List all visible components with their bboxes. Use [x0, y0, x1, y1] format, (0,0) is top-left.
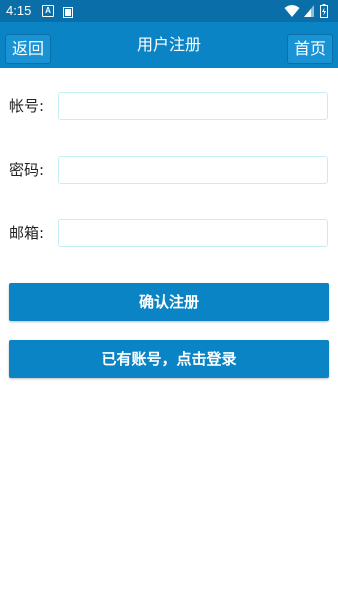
status-bar: 4:15 A	[0, 0, 338, 22]
app-bar: 用户注册 返回 首页	[0, 22, 338, 68]
back-button[interactable]: 返回	[5, 34, 51, 64]
email-input[interactable]	[58, 219, 328, 247]
account-label: 帐号:	[9, 97, 45, 115]
home-button[interactable]: 首页	[287, 34, 333, 64]
password-input[interactable]	[58, 156, 328, 184]
password-row: 密码:	[0, 156, 338, 186]
password-label: 密码:	[9, 161, 45, 179]
account-row: 帐号:	[0, 92, 338, 122]
email-row: 邮箱:	[0, 219, 338, 249]
register-button[interactable]: 确认注册	[9, 283, 329, 321]
status-time: 4:15	[6, 3, 32, 18]
signal-icon	[304, 5, 314, 17]
book-icon	[63, 5, 73, 18]
status-icons	[284, 4, 332, 18]
email-label: 邮箱:	[9, 224, 45, 242]
wifi-icon	[284, 5, 300, 17]
login-link-button[interactable]: 已有账号，点击登录	[9, 340, 329, 378]
a-notification-icon: A	[42, 5, 54, 17]
account-input[interactable]	[58, 92, 328, 120]
battery-icon	[320, 4, 328, 18]
